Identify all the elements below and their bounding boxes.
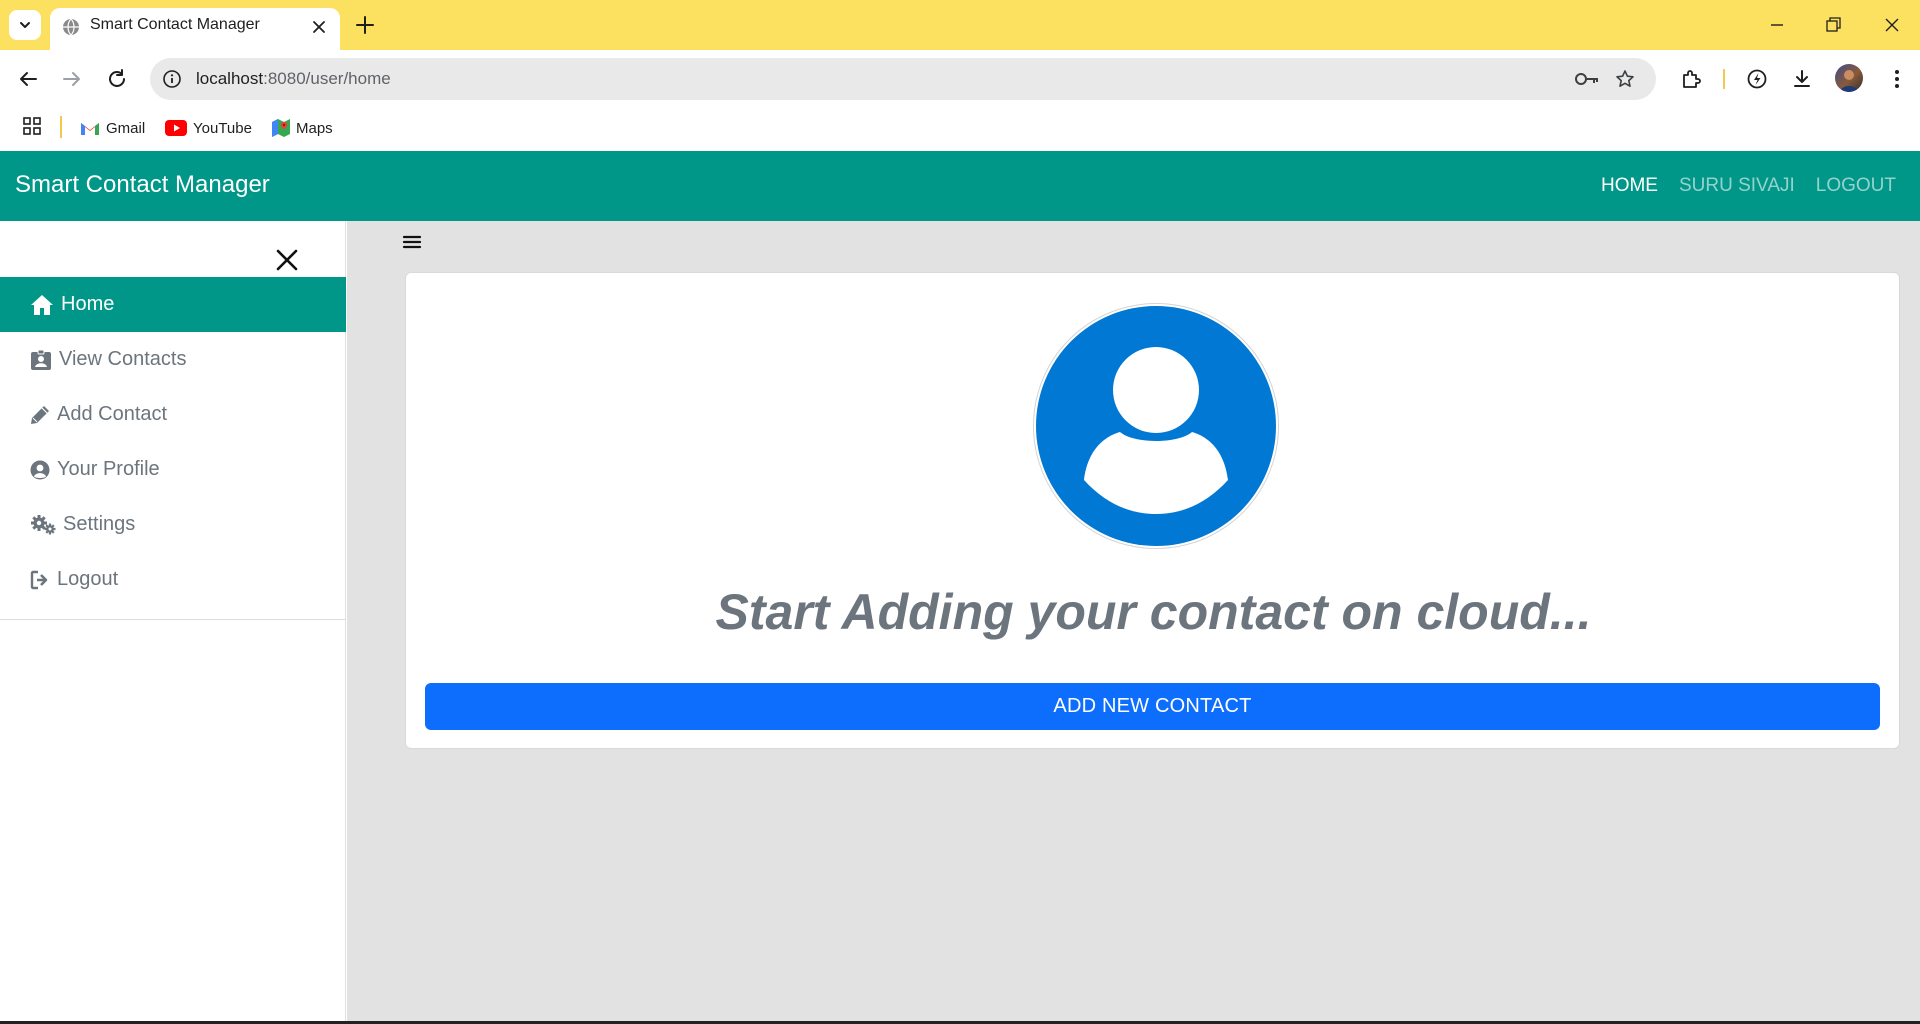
performance-icon[interactable]	[1745, 67, 1769, 91]
person-photo-icon	[1840, 70, 1858, 92]
forward-arrow-icon[interactable]	[60, 67, 84, 91]
kebab-menu-icon[interactable]	[1885, 67, 1909, 91]
bookmarks-divider	[60, 116, 62, 138]
bookmark-label: YouTube	[193, 119, 252, 137]
navbar-links: HOME SURU SIVAJI LOGOUT	[1601, 175, 1896, 197]
star-icon[interactable]	[1615, 69, 1635, 89]
default-avatar	[1033, 303, 1279, 549]
puzzle-icon[interactable]	[1679, 67, 1703, 91]
headline: Start Adding your contact on cloud...	[715, 584, 1592, 640]
browser-tab-strip: Smart Contact Manager	[0, 0, 1920, 50]
youtube-icon	[165, 120, 187, 136]
hamburger-menu-icon[interactable]	[402, 233, 422, 251]
sidebar-item-label: Settings	[63, 513, 136, 535]
globe-icon	[63, 18, 79, 36]
nav-link-logout[interactable]: LOGOUT	[1816, 175, 1896, 197]
plus-icon[interactable]	[352, 12, 378, 38]
sidebar-item-add-contact[interactable]: Add Contact	[0, 387, 346, 442]
sidebar-item-settings[interactable]: Settings	[0, 497, 346, 552]
sidebar-item-label: Home	[61, 293, 115, 315]
sidebar-item-home[interactable]: Home	[0, 277, 346, 332]
back-arrow-icon[interactable]	[16, 67, 40, 91]
download-icon[interactable]	[1790, 67, 1814, 91]
close-sidebar-icon[interactable]	[276, 249, 298, 271]
sidebar-item-your-profile[interactable]: Your Profile	[0, 442, 346, 497]
bookmark-label: Maps	[296, 119, 333, 137]
sidebar-item-label: Your Profile	[57, 458, 160, 480]
browser-toolbar: localhost:8080/user/home	[0, 50, 1920, 108]
brand-title[interactable]: Smart Contact Manager	[15, 171, 270, 199]
nav-link-home[interactable]: HOME	[1601, 175, 1658, 197]
info-icon[interactable]	[162, 69, 182, 89]
welcome-card: Start Adding your contact on cloud... AD…	[405, 272, 1900, 749]
window-close-icon[interactable]	[1881, 14, 1903, 36]
user-avatar-icon	[1036, 306, 1276, 546]
nav-link-username[interactable]: SURU SIVAJI	[1679, 175, 1795, 197]
sidebar-divider	[0, 619, 346, 620]
sidebar-item-label: Logout	[57, 568, 119, 590]
chevron-down-icon	[20, 22, 30, 28]
minimize-icon[interactable]	[1766, 14, 1788, 36]
cogs-icon	[31, 514, 56, 534]
restore-icon[interactable]	[1822, 14, 1844, 36]
sidebar-item-label: Add Contact	[57, 403, 168, 425]
url-text: localhost:8080/user/home	[196, 69, 391, 89]
pencil-icon	[31, 405, 49, 424]
key-icon[interactable]	[1574, 70, 1600, 88]
tab-title: Smart Contact Manager	[90, 16, 260, 33]
sidebar-item-logout[interactable]: Logout	[0, 552, 346, 607]
main-content: Start Adding your contact on cloud... AD…	[347, 221, 1920, 1021]
add-new-contact-button[interactable]: ADD NEW CONTACT	[425, 683, 1880, 730]
sidebar-item-label: View Contacts	[59, 348, 187, 370]
app-navbar: Smart Contact Manager HOME SURU SIVAJI L…	[0, 151, 1920, 221]
url-host: localhost	[196, 69, 264, 88]
apps-grid-icon[interactable]	[22, 116, 42, 136]
maps-icon	[272, 119, 290, 137]
toolbar-divider	[1723, 69, 1725, 89]
profile-avatar[interactable]	[1835, 64, 1863, 92]
bookmark-gmail[interactable]: Gmail	[80, 116, 145, 140]
id-badge-icon	[31, 349, 51, 370]
sidebar: Home View Contacts Add Contact Your Prof…	[0, 221, 346, 1021]
active-tab[interactable]: Smart Contact Manager	[50, 8, 340, 50]
url-path: :8080/user/home	[263, 69, 391, 88]
bookmarks-bar: Gmail YouTube Maps	[0, 108, 1920, 151]
sidebar-item-view-contacts[interactable]: View Contacts	[0, 332, 346, 387]
bookmark-youtube[interactable]: YouTube	[165, 116, 252, 140]
bookmark-maps[interactable]: Maps	[272, 116, 333, 140]
sign-out-icon	[30, 570, 48, 589]
reload-icon[interactable]	[105, 67, 129, 91]
address-bar[interactable]: localhost:8080/user/home	[150, 58, 1656, 100]
close-icon[interactable]	[308, 16, 330, 38]
gmail-icon	[81, 123, 99, 135]
tab-search-button[interactable]	[9, 10, 41, 40]
bookmark-label: Gmail	[106, 119, 146, 137]
home-icon	[31, 294, 53, 315]
user-circle-icon	[30, 460, 50, 479]
